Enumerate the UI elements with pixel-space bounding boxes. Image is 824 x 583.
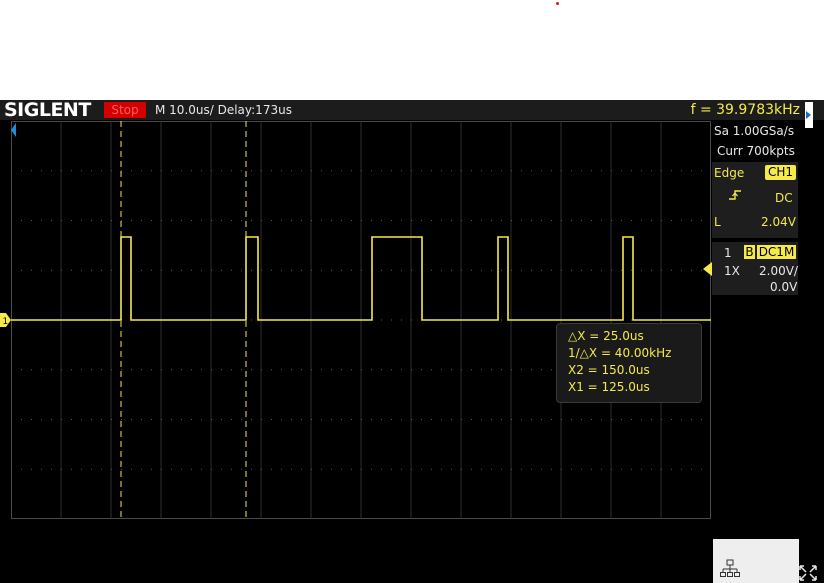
trigger-level-marker[interactable] [703, 262, 712, 276]
bandwidth-limit-badge: B [744, 245, 755, 259]
run-stop-status[interactable]: Stop [104, 102, 146, 118]
probe-ratio: 1X [724, 264, 740, 278]
trigger-level-label: L [714, 215, 721, 229]
rising-edge-icon [729, 190, 741, 200]
cursor-x1: X1 = 125.0us [568, 380, 650, 394]
channel1-ground-marker[interactable]: 1 [0, 313, 11, 327]
frequency-counter: f = 39.9783kHz [690, 102, 800, 118]
network-icon [720, 559, 740, 577]
sample-rate: Sa 1.00GSa/s [714, 124, 795, 138]
red-dot [556, 2, 559, 5]
ground-marker-label: 1 [3, 317, 9, 327]
waveform-grid[interactable] [11, 121, 711, 519]
trigger-coupling: DC [775, 191, 793, 205]
vertical-scale: 2.00V/ [759, 264, 798, 278]
cursor-inverse-delta-x: 1/△X = 40.00kHz [568, 346, 672, 360]
memory-depth: Curr 700kpts [717, 144, 795, 158]
cursor-x2: X2 = 150.0us [568, 363, 650, 377]
fullscreen-icon[interactable] [798, 564, 818, 582]
cursor-measurement-box: △X = 25.0us 1/△X = 40.00kHz X2 = 150.0us… [556, 323, 702, 403]
trigger-level: 2.04V [761, 215, 796, 229]
brand-logo: SIGLENT [4, 99, 91, 121]
network-status-box[interactable] [713, 539, 799, 583]
channel-coupling-badge: DC1M [757, 245, 796, 259]
trigger-type: Edge [714, 166, 745, 180]
vertical-offset: 0.0V [770, 280, 798, 294]
cursor-delta-x: △X = 25.0us [568, 329, 644, 343]
channel-number: 1 [724, 246, 732, 260]
side-menu-toggle[interactable] [805, 102, 813, 128]
trigger-source-badge: CH1 [765, 165, 796, 180]
timebase-readout[interactable]: M 10.0us/ Delay:173us [155, 101, 292, 119]
